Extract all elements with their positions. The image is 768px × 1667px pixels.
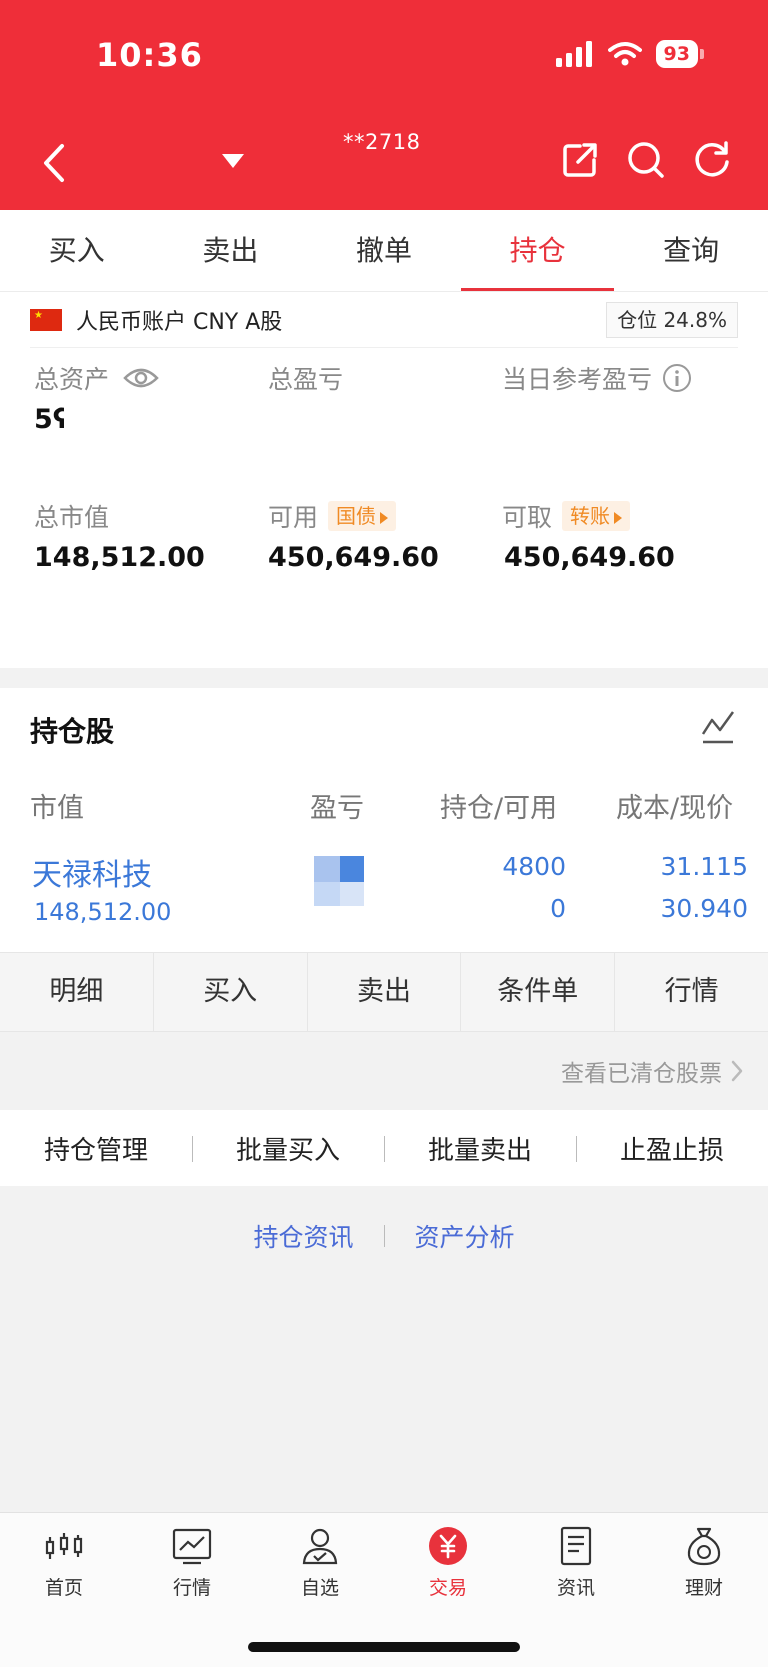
account-summary: ★ 人民币账户 CNY A股 仓位 24.8% 总资产 5ʕ 总盈亏 当日参考盈… [0, 292, 768, 668]
column-profit-loss[interactable]: 盈亏 [310, 786, 364, 825]
money-bag-icon [687, 1527, 721, 1566]
total-pl-label: 总盈亏 [268, 365, 344, 394]
column-market-value[interactable]: 市值 [30, 786, 84, 825]
daily-pl-label: 当日参考盈亏 [502, 360, 692, 396]
link-divider [383, 1225, 385, 1247]
nav-market-label: 行情 [172, 1577, 211, 1599]
tab-query[interactable]: 查询 [614, 210, 768, 291]
china-flag-icon: ★ [30, 308, 62, 331]
withdrawable-label: 可取 转账 [502, 498, 631, 534]
chevron-right-icon [731, 1060, 743, 1082]
quote-button[interactable]: 行情 [615, 953, 768, 1031]
wifi-icon [607, 42, 642, 66]
trade-tabs: 买入 卖出 撤单 持仓 查询 [0, 210, 768, 292]
line-chart-icon [172, 1528, 212, 1565]
account-number[interactable]: **2718 [343, 130, 420, 154]
nav-trade-label: 交易 [428, 1577, 467, 1599]
battery-tip [700, 49, 704, 59]
treasury-tag[interactable]: 国债 [328, 501, 397, 531]
back-arrow-icon[interactable] [38, 140, 70, 186]
conditional-order-button[interactable]: 条件单 [461, 953, 616, 1031]
holdings-section: 持仓股 市值 盈亏 持仓/可用 成本/现价 天禄科技 148,512.00 48… [0, 688, 768, 952]
nav-news[interactable]: 资讯 [512, 1513, 640, 1667]
total-assets-label: 总资产 [34, 360, 159, 396]
asset-analysis-link[interactable]: 资产分析 [415, 1218, 515, 1254]
row-buy-button[interactable]: 买入 [154, 953, 308, 1031]
nav-watchlist-label: 自选 [300, 1577, 339, 1599]
batch-sell-button[interactable]: 批量卖出 [384, 1130, 576, 1167]
battery-indicator: 93 [655, 40, 698, 68]
nav-market[interactable]: 行情 [128, 1513, 256, 1667]
nav-news-label: 资讯 [556, 1577, 595, 1599]
header-actions [560, 140, 732, 180]
available-label: 可用 国债 [268, 498, 397, 534]
withdrawable-text: 可取 [502, 503, 553, 532]
nav-home-label: 首页 [44, 1577, 83, 1599]
document-icon [560, 1526, 592, 1566]
info-icon[interactable] [662, 363, 692, 393]
stock-available: 0 [550, 894, 566, 923]
stock-name[interactable]: 天禄科技 [32, 850, 152, 894]
holdings-news-link[interactable]: 持仓资讯 [253, 1218, 353, 1254]
available-value: 450,649.60 [268, 542, 439, 573]
tab-buy[interactable]: 买入 [0, 210, 154, 291]
status-icons: 93 [554, 40, 704, 68]
nav-wealth-label: 理财 [684, 1577, 723, 1599]
market-value-label: 总市值 [34, 503, 110, 532]
nav-home[interactable]: 首页 [0, 1513, 128, 1667]
total-assets-text: 总资产 [34, 365, 110, 394]
available-text: 可用 [268, 503, 319, 532]
holdings-title: 持仓股 [30, 715, 115, 748]
app-header: 10:36 93 **2718 [0, 0, 768, 210]
detail-button[interactable]: 明细 [0, 953, 154, 1031]
withdrawable-value: 450,649.60 [504, 542, 675, 573]
yuan-icon [429, 1527, 467, 1565]
tab-holdings[interactable]: 持仓 [460, 210, 615, 291]
position-label: 仓位 [617, 308, 658, 332]
position-badge: 仓位 24.8% [606, 302, 738, 338]
profit-loss-obscured [314, 856, 364, 906]
user-check-icon [302, 1528, 338, 1565]
stock-market-value: 148,512.00 [34, 898, 172, 926]
account-row[interactable]: ★ 人民币账户 CNY A股 仓位 24.8% [30, 292, 738, 348]
signal-icon [555, 41, 592, 67]
status-time: 10:36 [96, 36, 203, 74]
stop-profit-loss-button[interactable]: 止盈止损 [576, 1130, 768, 1167]
stock-position: 4800 [502, 852, 566, 881]
stock-cost: 31.115 [660, 852, 748, 881]
daily-pl-text: 当日参考盈亏 [502, 365, 653, 394]
trend-chart-icon[interactable] [700, 708, 736, 746]
home-indicator[interactable] [248, 1642, 520, 1652]
transfer-tag[interactable]: 转账 [562, 501, 631, 531]
column-position-available[interactable]: 持仓/可用 [440, 786, 557, 825]
search-icon[interactable] [626, 140, 666, 180]
tab-cancel[interactable]: 撤单 [307, 210, 461, 291]
position-value: 24.8% [663, 308, 727, 332]
cleared-stocks-link[interactable]: 查看已清仓股票 [561, 1054, 744, 1088]
batch-buy-button[interactable]: 批量买入 [192, 1130, 384, 1167]
nav-wealth[interactable]: 理财 [640, 1513, 768, 1667]
tab-sell[interactable]: 卖出 [154, 210, 308, 291]
holding-actions: 明细 买入 卖出 条件单 行情 [0, 952, 768, 1032]
eye-icon[interactable] [123, 366, 159, 390]
cleared-stocks-text: 查看已清仓股票 [561, 1061, 722, 1087]
share-icon[interactable] [560, 140, 600, 180]
refresh-icon[interactable] [692, 140, 732, 180]
account-dropdown-icon[interactable] [222, 154, 244, 168]
row-sell-button[interactable]: 卖出 [308, 953, 462, 1031]
account-name: 人民币账户 CNY A股 [76, 309, 283, 335]
holdings-manage-bar: 持仓管理 批量买入 批量卖出 止盈止损 [0, 1110, 768, 1186]
column-cost-price[interactable]: 成本/现价 [616, 786, 733, 825]
candlestick-icon [45, 1533, 83, 1559]
market-value: 148,512.00 [34, 542, 205, 573]
total-assets-value: 5ʕ [34, 404, 64, 435]
info-links: 持仓资讯 资产分析 [0, 1218, 768, 1254]
stock-price: 30.940 [660, 894, 748, 923]
manage-holdings-button[interactable]: 持仓管理 [0, 1130, 192, 1167]
